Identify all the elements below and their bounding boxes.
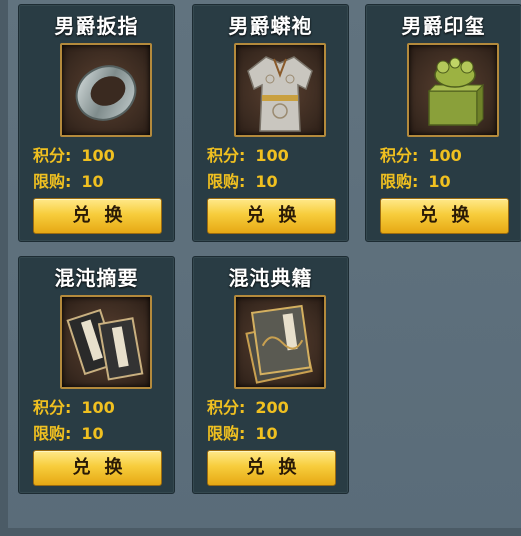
shop-item-card: 混沌摘要 积分: 100 限购: 10 兑换: [18, 256, 175, 494]
points-label: 积分:: [380, 146, 419, 165]
limit-value: 10: [428, 172, 451, 191]
item-name: 混沌摘要: [54, 266, 139, 290]
item-name: 男爵蟒袍: [228, 14, 313, 38]
points-label: 积分:: [33, 146, 72, 165]
limit-row: 限购: 10: [33, 423, 104, 445]
limit-value: 10: [255, 424, 278, 443]
limit-value: 10: [81, 424, 104, 443]
limit-label: 限购:: [33, 424, 72, 443]
limit-row: 限购: 10: [380, 171, 451, 193]
points-row: 积分: 100: [33, 397, 115, 419]
limit-row: 限购: 10: [33, 171, 104, 193]
exchange-button[interactable]: 兑换: [33, 450, 162, 486]
limit-label: 限购:: [33, 172, 72, 191]
exchange-button[interactable]: 兑换: [380, 198, 509, 234]
chaos-classic-books-icon[interactable]: [234, 295, 326, 389]
shop-item-card: 男爵扳指 积分: 100 限购: 10 兑换: [18, 4, 175, 242]
limit-value: 10: [81, 172, 104, 191]
shop-item-card: 混沌典籍 积分: 200 限购: 10 兑换: [192, 256, 349, 494]
limit-row: 限购: 10: [207, 423, 278, 445]
limit-label: 限购:: [380, 172, 419, 191]
shop-item-card: 男爵印玺 积分: 100 限购: 10 兑换: [365, 4, 521, 242]
exchange-button[interactable]: 兑换: [33, 198, 162, 234]
exchange-button[interactable]: 兑换: [207, 198, 336, 234]
points-row: 积分: 100: [33, 145, 115, 167]
points-value: 100: [428, 146, 462, 165]
exchange-button[interactable]: 兑换: [207, 450, 336, 486]
limit-value: 10: [255, 172, 278, 191]
shop-item-card: 男爵蟒袍 积分: 100 限购: 10 兑换: [192, 4, 349, 242]
jade-seal-icon[interactable]: [407, 43, 499, 137]
python-robe-icon[interactable]: [234, 43, 326, 137]
panel-left-border: [0, 0, 8, 536]
limit-row: 限购: 10: [207, 171, 278, 193]
points-value: 200: [255, 398, 289, 417]
points-label: 积分:: [207, 398, 246, 417]
jade-ring-icon[interactable]: [60, 43, 152, 137]
points-value: 100: [255, 146, 289, 165]
points-row: 积分: 100: [207, 145, 289, 167]
points-row: 积分: 100: [380, 145, 462, 167]
points-value: 100: [81, 146, 115, 165]
points-row: 积分: 200: [207, 397, 289, 419]
panel-bottom-border: [0, 528, 521, 536]
chaos-summary-books-icon[interactable]: [60, 295, 152, 389]
item-name: 男爵印玺: [401, 14, 486, 38]
item-name: 混沌典籍: [228, 266, 313, 290]
limit-label: 限购:: [207, 172, 246, 191]
points-label: 积分:: [207, 146, 246, 165]
points-value: 100: [81, 398, 115, 417]
limit-label: 限购:: [207, 424, 246, 443]
points-label: 积分:: [33, 398, 72, 417]
item-name: 男爵扳指: [54, 14, 139, 38]
